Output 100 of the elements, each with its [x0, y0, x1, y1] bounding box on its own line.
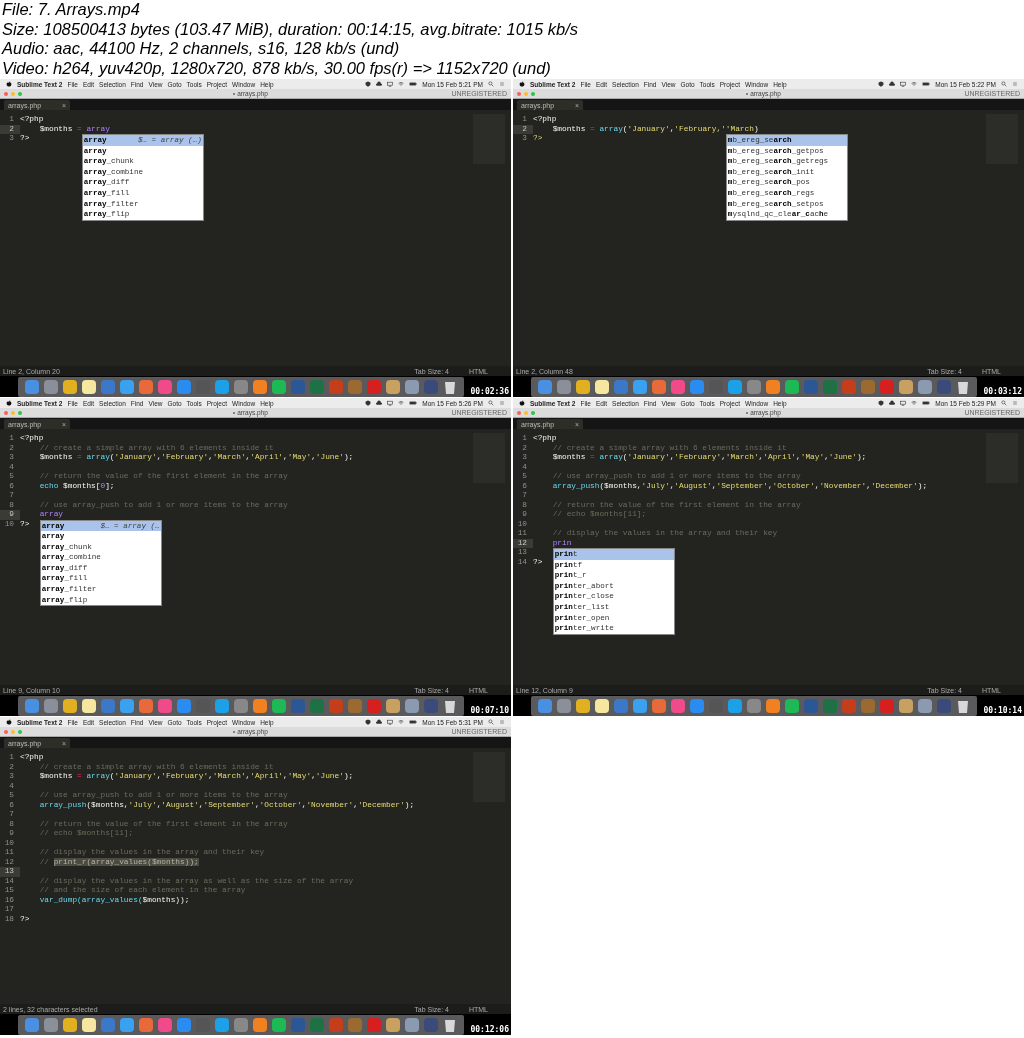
app-icon[interactable]	[917, 378, 933, 395]
apple-logo-icon[interactable]	[519, 400, 525, 406]
cloud-icon[interactable]	[376, 81, 383, 87]
monitor-icon[interactable]	[900, 400, 907, 406]
close-button[interactable]	[4, 91, 8, 96]
apple-logo-icon[interactable]	[6, 81, 12, 87]
app-icon[interactable]	[404, 697, 420, 714]
apple-logo-icon[interactable]	[519, 81, 525, 87]
app-icon[interactable]	[898, 378, 914, 395]
apple-logo-icon[interactable]	[6, 719, 12, 725]
zoom-button[interactable]	[531, 410, 535, 415]
app-icon[interactable]	[727, 378, 743, 395]
minimize-button[interactable]	[524, 410, 528, 415]
app-icon[interactable]	[252, 1016, 268, 1033]
app-icon[interactable]	[62, 1016, 78, 1033]
battery-icon[interactable]	[409, 400, 418, 406]
battery-icon[interactable]	[409, 81, 418, 87]
apple-logo-icon[interactable]	[6, 400, 12, 406]
wifi-icon[interactable]	[911, 400, 918, 406]
app-icon[interactable]	[62, 378, 78, 395]
app-icon[interactable]	[271, 378, 287, 395]
shield-icon[interactable]	[878, 400, 885, 406]
app-icon[interactable]	[594, 697, 610, 714]
search-icon[interactable]	[488, 719, 494, 725]
list-icon[interactable]	[499, 81, 505, 87]
shield-icon[interactable]	[365, 81, 372, 87]
app-icon[interactable]	[765, 697, 781, 714]
cloud-icon[interactable]	[889, 400, 896, 406]
wifi-icon[interactable]	[398, 400, 405, 406]
app-icon[interactable]	[271, 697, 287, 714]
app-icon[interactable]	[404, 1016, 420, 1033]
app-icon[interactable]	[214, 378, 230, 395]
app-icon[interactable]	[62, 697, 78, 714]
monitor-icon[interactable]	[387, 719, 394, 725]
search-icon[interactable]	[1001, 400, 1007, 406]
search-icon[interactable]	[488, 400, 494, 406]
wifi-icon[interactable]	[398, 719, 405, 725]
timestamp: 00:03:12	[982, 387, 1023, 396]
cloud-icon[interactable]	[376, 400, 383, 406]
app-icon[interactable]	[575, 378, 591, 395]
app-icon[interactable]	[385, 1016, 401, 1033]
shield-icon[interactable]	[878, 81, 885, 87]
app-icon[interactable]	[81, 1016, 97, 1033]
list-icon[interactable]	[499, 719, 505, 725]
minimize-button[interactable]	[11, 729, 15, 734]
shield-icon[interactable]	[365, 400, 372, 406]
monitor-icon[interactable]	[900, 81, 907, 87]
app-icon[interactable]	[632, 697, 648, 714]
app-icon[interactable]	[385, 378, 401, 395]
file-info-line: Audio: aac, 44100 Hz, 2 channels, s16, 128 kb/s (und)	[2, 39, 401, 59]
close-button[interactable]	[4, 410, 8, 415]
app-icon[interactable]	[119, 378, 135, 395]
list-icon[interactable]	[1012, 400, 1018, 406]
cloud-icon[interactable]	[889, 81, 896, 87]
close-button[interactable]	[517, 410, 521, 415]
app-icon[interactable]	[765, 378, 781, 395]
close-button[interactable]	[4, 729, 8, 734]
app-icon[interactable]	[727, 697, 743, 714]
app-icon[interactable]	[385, 697, 401, 714]
app-icon[interactable]	[119, 697, 135, 714]
app-icon[interactable]	[252, 697, 268, 714]
minimize-button[interactable]	[11, 91, 15, 96]
app-icon[interactable]	[81, 378, 97, 395]
zoom-button[interactable]	[18, 410, 22, 415]
app-icon[interactable]	[784, 378, 800, 395]
app-icon[interactable]	[271, 1016, 287, 1033]
cloud-icon[interactable]	[376, 719, 383, 725]
app-icon[interactable]	[917, 697, 933, 714]
app-icon[interactable]	[214, 697, 230, 714]
list-icon[interactable]	[1012, 81, 1018, 87]
app-icon[interactable]	[404, 378, 420, 395]
list-icon[interactable]	[499, 400, 505, 406]
app-icon[interactable]	[784, 697, 800, 714]
monitor-icon[interactable]	[387, 81, 394, 87]
shield-icon[interactable]	[365, 719, 372, 725]
app-icon[interactable]	[594, 378, 610, 395]
search-icon[interactable]	[488, 81, 494, 87]
app-icon[interactable]	[214, 1016, 230, 1033]
search-icon[interactable]	[1001, 81, 1007, 87]
monitor-icon[interactable]	[387, 400, 394, 406]
close-button[interactable]	[517, 91, 521, 96]
app-icon[interactable]	[632, 378, 648, 395]
minimize-button[interactable]	[524, 91, 528, 96]
app-icon[interactable]	[81, 697, 97, 714]
wifi-icon[interactable]	[398, 81, 405, 87]
timestamp: 00:07:10	[469, 706, 510, 715]
zoom-button[interactable]	[531, 91, 535, 96]
wifi-icon[interactable]	[911, 81, 918, 87]
zoom-button[interactable]	[18, 91, 22, 96]
battery-icon[interactable]	[922, 81, 931, 87]
app-icon[interactable]	[119, 1016, 135, 1033]
minimize-button[interactable]	[11, 410, 15, 415]
zoom-button[interactable]	[18, 729, 22, 734]
app-icon[interactable]	[575, 697, 591, 714]
battery-icon[interactable]	[922, 400, 931, 406]
battery-icon[interactable]	[409, 719, 418, 725]
timestamp: 00:12:06	[469, 1025, 510, 1034]
file-info-line: File: 7. Arrays.mp4	[2, 0, 141, 20]
app-icon[interactable]	[898, 697, 914, 714]
app-icon[interactable]	[252, 378, 268, 395]
